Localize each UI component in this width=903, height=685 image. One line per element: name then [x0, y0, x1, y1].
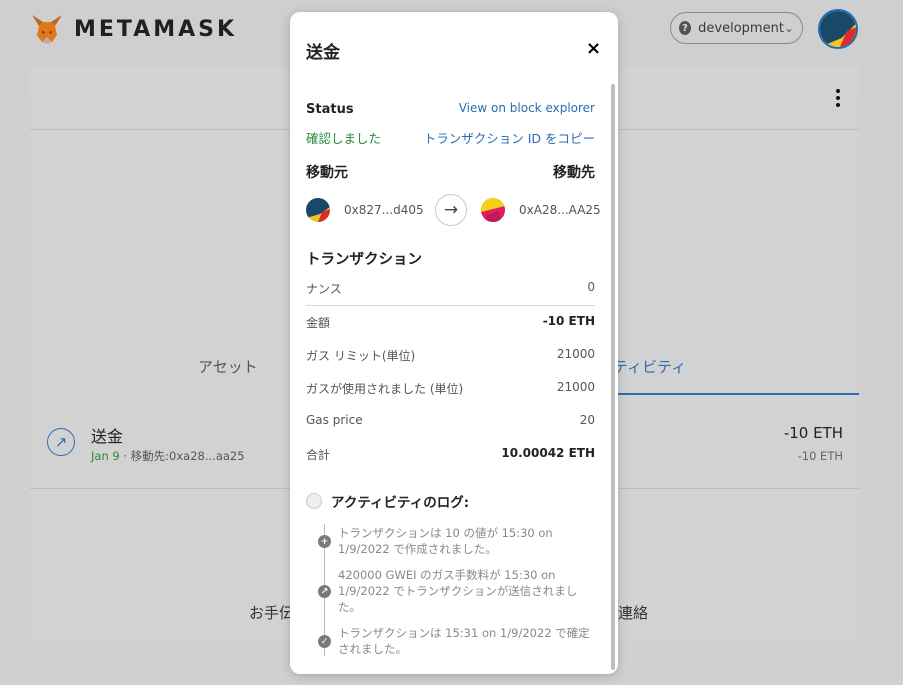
transaction-title: 送金 — [91, 427, 124, 446]
detail-value: 21000 — [556, 347, 595, 361]
block-explorer-link[interactable]: View on block explorer — [459, 101, 595, 115]
detail-value: -10 ETH — [542, 314, 595, 328]
send-arrow-icon: ↗ — [47, 428, 75, 456]
check-icon: ✓ — [318, 635, 331, 648]
to-avatar — [481, 198, 505, 222]
from-avatar — [306, 198, 330, 222]
kebab-menu-icon[interactable] — [836, 89, 842, 107]
jazzicon-avatar — [481, 198, 505, 222]
status-label: Status — [306, 102, 354, 117]
detail-row-gas-limit: ガス リミット(単位) 21000 — [306, 347, 595, 364]
arrow-right-icon: → — [435, 194, 467, 226]
detail-row-total: 合計 10.00042 ETH — [306, 446, 595, 463]
network-selector[interactable]: ? development ⌄ — [670, 12, 803, 44]
detail-value: 20 — [579, 413, 595, 427]
scrollbar[interactable] — [611, 84, 615, 670]
detail-row-amount: 金額 -10 ETH — [306, 314, 595, 331]
expand-circle-icon — [306, 493, 322, 509]
modal-title: 送金 — [306, 43, 340, 63]
transaction-subtitle: Jan 9 · 移動先:0xa28...aa25 — [91, 448, 245, 464]
help-icon: ? — [679, 21, 692, 35]
detail-value: 10.00042 ETH — [501, 446, 595, 460]
jazzicon-avatar — [820, 11, 856, 47]
activity-log-entry: 420000 GWEI のガス手数料が 15:30 on 1/9/2022 でト… — [338, 568, 578, 614]
transaction-recipient: 移動先:0xa28...aa25 — [130, 449, 245, 463]
account-avatar[interactable] — [818, 9, 858, 49]
network-name: development — [698, 20, 784, 36]
detail-label: ガスが使用されました (単位) — [306, 382, 464, 396]
help-text-fragment: お手伝 — [249, 604, 295, 622]
detail-label: Gas price — [306, 413, 363, 427]
logo-text: METAMASK — [74, 16, 238, 42]
detail-row-gas-price: Gas price 20 — [306, 413, 595, 427]
transaction-amount: -10 ETH — [783, 424, 843, 442]
close-icon[interactable]: × — [586, 38, 601, 59]
transaction-section-title: トランザクション — [306, 252, 422, 268]
from-label: 移動元 — [306, 165, 348, 181]
status-value: 確認しました — [306, 131, 382, 146]
detail-value: 0 — [587, 280, 595, 294]
activity-log-entry: トランザクションは 10 の値が 15:30 on 1/9/2022 で作成され… — [338, 526, 553, 556]
detail-label: 金額 — [306, 316, 331, 330]
transaction-details-modal: 送金 × Status View on block explorer 確認しまし… — [290, 12, 618, 674]
plus-icon: + — [318, 535, 331, 548]
activity-log-toggle[interactable]: アクティビティのログ: — [306, 491, 469, 511]
metamask-logo[interactable]: METAMASK — [30, 13, 237, 45]
detail-value: 21000 — [556, 380, 595, 394]
to-address[interactable]: 0xA28...AA25 — [519, 203, 601, 217]
divider — [306, 305, 595, 306]
activity-log-title: アクティビティのログ: — [331, 495, 470, 511]
to-label: 移動先 — [553, 165, 595, 181]
fox-icon — [32, 15, 62, 44]
detail-label: ガス リミット(単位) — [306, 349, 416, 363]
detail-row-nonce: ナンス 0 — [306, 280, 595, 297]
separator: · — [119, 449, 131, 463]
tab-assets[interactable]: アセット — [198, 356, 258, 377]
detail-row-gas-used: ガスが使用されました (単位) 21000 — [306, 380, 595, 397]
send-arrow-icon: ↗ — [318, 585, 331, 598]
chevron-down-icon: ⌄ — [783, 21, 794, 35]
from-address[interactable]: 0x827...d405 — [344, 203, 424, 217]
transaction-date: Jan 9 — [91, 449, 120, 463]
activity-log-entry: トランザクションは 15:31 on 1/9/2022 で確定されました。 — [338, 626, 590, 656]
copy-transaction-id-link[interactable]: トランザクション ID をコピー — [424, 128, 595, 147]
detail-label: ナンス — [306, 282, 342, 296]
jazzicon-avatar — [306, 198, 330, 222]
help-text-fragment-end: 連絡 — [618, 604, 649, 622]
transaction-amount-secondary: -10 ETH — [797, 449, 843, 463]
detail-label: 合計 — [306, 448, 331, 462]
